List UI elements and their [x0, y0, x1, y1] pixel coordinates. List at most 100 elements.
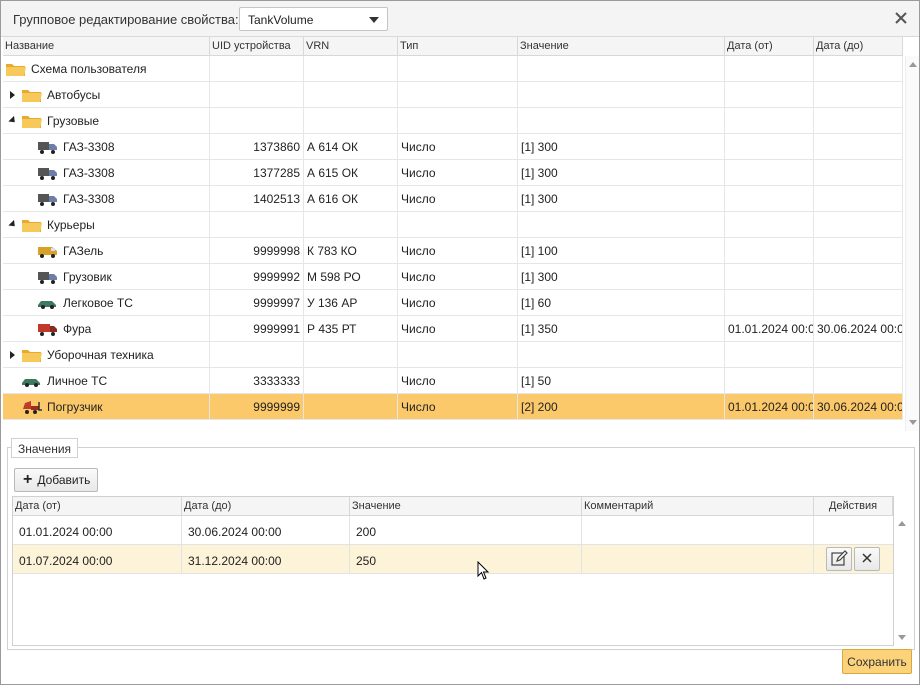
cell-date-to: [814, 56, 903, 82]
cell-name: Схема пользователя: [3, 56, 210, 82]
col-header-date-from[interactable]: Дата (от): [725, 37, 814, 56]
cell-uid: 9999998: [210, 238, 304, 264]
cell-name: Легковое ТС: [3, 290, 210, 316]
scroll-down-icon[interactable]: [898, 635, 906, 640]
folder-icon: [21, 113, 43, 129]
cell-vrn: К 783 КО: [304, 238, 398, 264]
cell-name: Грузовые: [3, 108, 210, 134]
col-header-uid[interactable]: UID устройства: [210, 37, 304, 56]
dialog-title: Групповое редактирование свойства:: [13, 12, 239, 27]
col-header-date-to[interactable]: Дата (до): [814, 37, 903, 56]
cell-name: Фура: [3, 316, 210, 342]
cell-vrn: [304, 368, 398, 394]
values-cell-actions: [814, 545, 893, 574]
tree-vehicle-row[interactable]: Грузовик 9999992 М 598 РО Число [1] 300: [3, 264, 903, 290]
col-header-value[interactable]: Значение: [518, 37, 725, 56]
tree-vehicle-row[interactable]: ГАЗ-3308 1377285 А 615 ОК Число [1] 300: [3, 160, 903, 186]
cell-value: [518, 82, 725, 108]
cell-date-to: 30.06.2024 00:00: [814, 316, 903, 342]
tree-vehicle-row[interactable]: Легковое ТС 9999997 У 136 АР Число [1] 60: [3, 290, 903, 316]
tree-vehicle-row[interactable]: ГАЗ-3308 1373860 А 614 ОК Число [1] 300: [3, 134, 903, 160]
values-grid-scrollbar[interactable]: [895, 515, 909, 646]
cell-value: [1] 300: [518, 264, 725, 290]
col-header-type[interactable]: Тип: [398, 37, 518, 56]
cell-value: [1] 300: [518, 160, 725, 186]
cell-date-to: [814, 186, 903, 212]
cell-date-to: [814, 160, 903, 186]
tree-grid-scrollbar[interactable]: [905, 56, 919, 431]
values-col-date-from[interactable]: Дата (от): [13, 497, 182, 516]
values-grid: Дата (от) Дата (до) Значение Комментарий…: [12, 496, 894, 646]
cell-date-from: [725, 342, 814, 368]
node-label: Личное ТС: [47, 374, 108, 388]
values-col-date-to[interactable]: Дата (до): [182, 497, 350, 516]
values-cell-date-from: 01.01.2024 00:00: [13, 516, 182, 545]
add-value-button[interactable]: + Добавить: [14, 468, 98, 492]
plus-icon: +: [23, 471, 33, 488]
cell-type: Число: [398, 186, 518, 212]
scroll-up-icon[interactable]: [909, 62, 917, 67]
cell-name: ГАЗель: [3, 238, 210, 264]
cell-vrn: [304, 212, 398, 238]
tree-folder-row[interactable]: Схема пользователя: [3, 56, 903, 82]
cell-uid: 3333333: [210, 368, 304, 394]
tree-folder-row[interactable]: Грузовые: [3, 108, 903, 134]
cell-vrn: Р 435 РТ: [304, 316, 398, 342]
cell-date-from: [725, 290, 814, 316]
expand-arrow-icon[interactable]: [7, 89, 19, 101]
col-header-name[interactable]: Название: [3, 37, 210, 56]
tree-vehicle-row[interactable]: Личное ТС 3333333 Число [1] 50: [3, 368, 903, 394]
truck-icon: [37, 139, 59, 155]
values-tab[interactable]: Значения: [11, 438, 79, 458]
tree-folder-row[interactable]: Автобусы: [3, 82, 903, 108]
cell-uid: 1377285: [210, 160, 304, 186]
node-label: ГАЗ-3308: [63, 166, 115, 180]
mouse-cursor-icon: [477, 561, 490, 580]
close-icon[interactable]: [893, 10, 909, 26]
cell-date-to: [814, 82, 903, 108]
cell-date-from: [725, 212, 814, 238]
cell-name: Курьеры: [3, 212, 210, 238]
cell-date-from: [725, 186, 814, 212]
tree-vehicle-row[interactable]: ГАЗель 9999998 К 783 КО Число [1] 100: [3, 238, 903, 264]
tree-folder-row[interactable]: Уборочная техника: [3, 342, 903, 368]
values-col-value[interactable]: Значение: [350, 497, 582, 516]
collapse-arrow-icon[interactable]: [7, 219, 19, 231]
values-row[interactable]: 01.07.2024 00:00 31.12.2024 00:00 250: [13, 545, 893, 574]
cell-name: Уборочная техника: [3, 342, 210, 368]
values-cell-actions: [814, 516, 893, 545]
cell-date-from: [725, 264, 814, 290]
cell-vrn: [304, 394, 398, 420]
save-button[interactable]: Сохранить: [842, 649, 912, 674]
scroll-up-icon[interactable]: [898, 521, 906, 526]
cell-uid: 9999991: [210, 316, 304, 342]
edit-button[interactable]: [826, 547, 852, 571]
cell-uid: 9999999: [210, 394, 304, 420]
node-label: Грузовик: [63, 270, 112, 284]
cell-type: [398, 56, 518, 82]
tree-vehicle-row[interactable]: Фура 9999991 Р 435 РТ Число [1] 350 01.01.202…: [3, 316, 903, 342]
add-value-button-label: Добавить: [37, 473, 91, 487]
col-header-vrn[interactable]: VRN: [304, 37, 398, 56]
collapse-arrow-icon[interactable]: [7, 115, 19, 127]
cell-type: Число: [398, 160, 518, 186]
expand-arrow-icon[interactable]: [7, 349, 19, 361]
vehicle-tree-grid: Название UID устройства VRN Тип Значение…: [3, 37, 919, 431]
cell-name: ГАЗ-3308: [3, 134, 210, 160]
values-row[interactable]: 01.01.2024 00:00 30.06.2024 00:00 200: [13, 516, 893, 545]
tree-folder-row[interactable]: Курьеры: [3, 212, 903, 238]
values-cell-comment: [582, 545, 814, 574]
tree-vehicle-row[interactable]: ГАЗ-3308 1402513 А 616 ОК Число [1] 300: [3, 186, 903, 212]
cell-value: [1] 50: [518, 368, 725, 394]
semi-truck-icon: [37, 321, 59, 337]
cell-date-to: [814, 342, 903, 368]
values-cell-date-to: 30.06.2024 00:00: [182, 516, 350, 545]
delete-button[interactable]: [854, 547, 880, 571]
tree-vehicle-row[interactable]: Погрузчик 9999999 Число [2] 200 01.01.2024 0…: [3, 394, 903, 420]
node-label: Легковое ТС: [63, 296, 133, 310]
cell-date-to: [814, 212, 903, 238]
scroll-down-icon[interactable]: [909, 420, 917, 425]
property-select[interactable]: TankVolume: [239, 7, 388, 31]
values-col-comment[interactable]: Комментарий: [582, 497, 814, 516]
